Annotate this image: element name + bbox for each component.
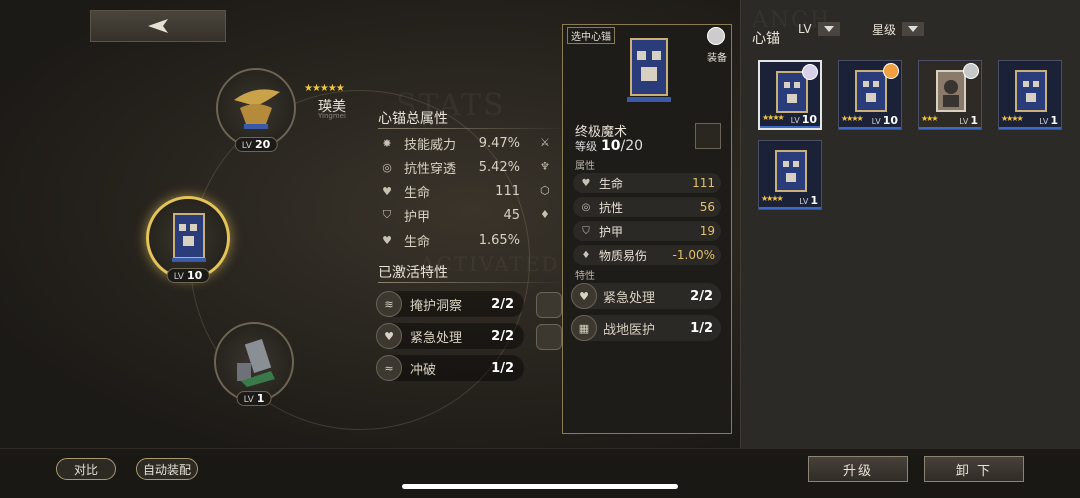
shield-icon: ⛉: [382, 208, 392, 221]
rarity-bar: [999, 127, 1061, 129]
compare-button[interactable]: 对比: [56, 458, 116, 480]
inventory-title: 心锚: [752, 31, 780, 47]
popup-trait[interactable]: ♥ 紧急处理 2/2: [571, 283, 721, 309]
resist-icon: ◎: [581, 201, 591, 213]
magic-book-icon: [627, 38, 671, 102]
trophy-icon: ♆: [540, 160, 550, 173]
rarity-bar: [759, 207, 821, 209]
trait-icon-partial: [536, 292, 562, 318]
slot-level: LV 1: [236, 391, 272, 406]
magic-book-icon: [172, 213, 206, 262]
attr-row: ♥ 生命 111: [573, 173, 721, 193]
upgrade-button[interactable]: 升级: [808, 456, 908, 482]
attr-row: ◎ 抗性 56: [573, 197, 721, 217]
anchor-slot-1[interactable]: LV 20: [216, 68, 296, 152]
mechanical-arm-icon: [237, 338, 275, 387]
attr-row: ♦ 物质易伤 -1.00%: [573, 245, 721, 265]
anchor-slot-2[interactable]: LV 10: [146, 196, 230, 283]
chevron-down-icon: [902, 22, 925, 36]
rarity-bar: [760, 126, 820, 128]
trait-icon-partial: [536, 324, 562, 350]
swirl-icon: ≈: [376, 355, 402, 381]
book-thumbnail-icon[interactable]: [695, 123, 721, 149]
character-romanized: Yingmei: [318, 112, 346, 120]
slot-level: LV 20: [234, 137, 278, 152]
field-medic-icon: ▦: [571, 315, 597, 341]
anchor-slot-3[interactable]: LV 1: [214, 322, 294, 406]
selected-tag: 选中心锚: [567, 27, 615, 44]
character-stars: ★★★★★: [304, 83, 345, 94]
skill-power-icon: ✸: [382, 136, 392, 150]
card-stars: ★★★★: [1001, 114, 1024, 123]
card-level: LV 1: [959, 114, 978, 127]
attr-title: 属性: [575, 161, 595, 172]
inventory-card[interactable]: ★★★★ LV 1: [998, 60, 1062, 130]
heart-bandage-icon: ♥: [376, 323, 402, 349]
anchor-level: 等级 10/20: [575, 138, 644, 154]
trait-breakthrough[interactable]: ≈ 冲破 1/2: [376, 355, 524, 381]
inventory-card[interactable]: ★★★★ LV 1: [758, 140, 822, 210]
attr-row: ⛉ 护甲 19: [573, 221, 721, 241]
auto-equip-button[interactable]: 自动装配: [136, 458, 198, 480]
magic-book-icon: [775, 150, 807, 192]
trait-emergency[interactable]: ♥ 紧急处理 2/2: [376, 323, 524, 349]
slot-level: LV 10: [166, 268, 210, 283]
card-level: LV 10: [790, 113, 817, 126]
card-stars: ★★★: [921, 114, 938, 123]
stat-row: ♥ 生命 111: [380, 181, 520, 201]
stat-row: ✸ 技能威力 9.47%: [380, 133, 520, 153]
sort-by-level[interactable]: LV: [798, 20, 840, 38]
photo-frame-icon: [936, 70, 966, 112]
home-indicator[interactable]: [402, 484, 678, 489]
stat-row: ◎ 抗性穿透 5.42%: [380, 157, 520, 177]
drop-icon: ♦: [540, 208, 550, 221]
chevron-down-icon: [817, 22, 840, 36]
popup-trait[interactable]: ▦ 战地医护 1/2: [571, 315, 721, 341]
summary-title: 心锚总属性: [378, 111, 448, 127]
winged-chalice-icon: [234, 89, 280, 129]
inventory-card[interactable]: ★★★★ LV 10: [758, 60, 822, 130]
equipped-avatar: [802, 64, 818, 80]
heart-icon: ♥: [581, 177, 591, 189]
stat-row: ⛉ 护甲 45: [380, 205, 520, 225]
rarity-bar: [919, 127, 981, 129]
equipped-avatar: [883, 63, 899, 79]
shield-icon: ⛉: [582, 225, 590, 237]
inventory-card[interactable]: ★★★ LV 1: [918, 60, 982, 130]
equipped-avatar: [963, 63, 979, 79]
trait-cover-insight[interactable]: ≋ 掩护洞察 2/2: [376, 291, 524, 317]
equip-label: 装备: [707, 53, 727, 64]
inventory-card[interactable]: ★★★★ LV 10: [838, 60, 902, 130]
card-level: LV 1: [799, 194, 818, 207]
stat-row: ♥ 生命 1.65%: [380, 230, 520, 250]
magic-book-icon: [855, 70, 887, 112]
divider: [378, 128, 568, 129]
equipped-avatar: [707, 27, 725, 45]
divider: [378, 282, 568, 283]
heart-icon: ♥: [382, 233, 392, 247]
card-level: LV 1: [1039, 114, 1058, 127]
drop-icon: ♦: [581, 249, 591, 261]
card-stars: ★★★★: [841, 114, 864, 123]
selected-anchor-panel: 选中心锚 装备 终极魔术 等级 10/20 属性 ♥ 生命 111 ◎ 抗性 56…: [562, 24, 732, 434]
card-stars: ★★★★: [762, 113, 785, 122]
back-arrow-icon: [148, 19, 168, 33]
heart-bandage-icon: ♥: [571, 283, 597, 309]
traits-title: 已激活特性: [378, 265, 448, 281]
hex-icon: ⬡: [540, 184, 550, 197]
trait-title: 特性: [575, 271, 595, 282]
sword-icon: ⚔: [540, 136, 550, 149]
card-level: LV 10: [871, 114, 898, 127]
back-button[interactable]: [90, 10, 226, 42]
resist-pierce-icon: ◎: [382, 160, 392, 174]
rarity-bar: [839, 127, 901, 129]
heart-icon: ♥: [382, 184, 392, 198]
wind-icon: ≋: [376, 291, 402, 317]
card-stars: ★★★★: [761, 194, 784, 203]
unequip-button[interactable]: 卸 下: [924, 456, 1024, 482]
sort-by-star[interactable]: 星级: [872, 20, 925, 38]
magic-book-icon: [1015, 70, 1047, 112]
